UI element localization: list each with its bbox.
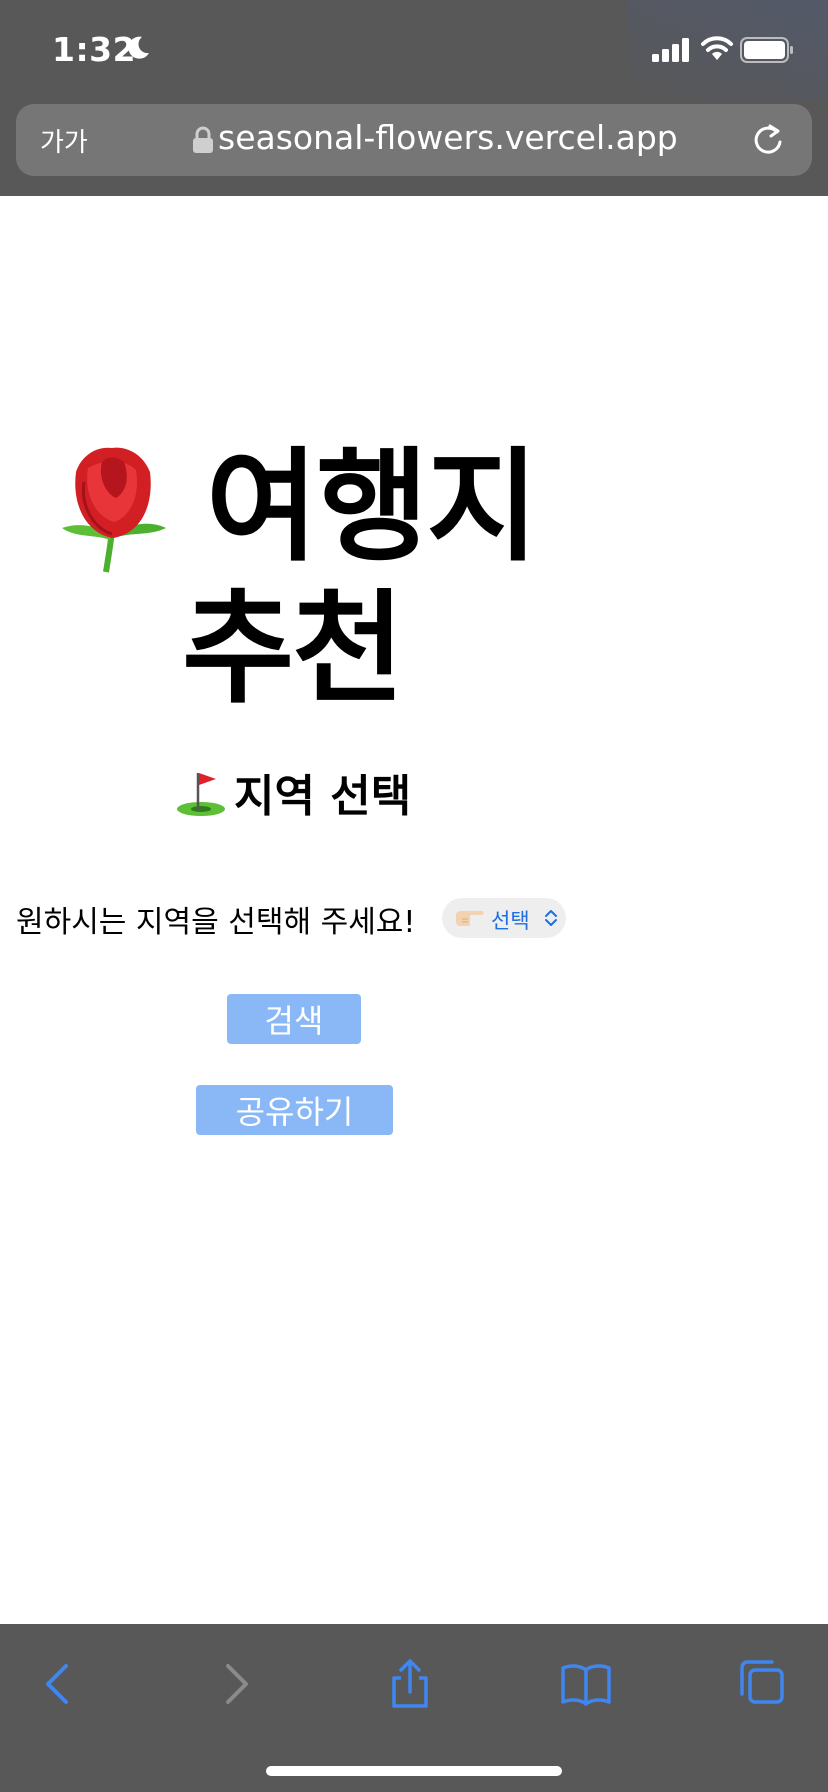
- url-text[interactable]: seasonal-flowers.vercel.app: [218, 118, 678, 157]
- screen: 1:32 가가 seasonal-flowers.vercel.app 여행지 …: [0, 0, 828, 1792]
- browser-top-chrome: 1:32 가가 seasonal-flowers.vercel.app: [0, 0, 828, 196]
- browser-bottom-toolbar: [0, 1624, 828, 1792]
- region-select[interactable]: 선택: [442, 898, 566, 938]
- section-heading-label: 지역 선택: [234, 771, 412, 822]
- chevrons-icon: [545, 910, 557, 926]
- bookmarks-icon[interactable]: [558, 1656, 614, 1712]
- page-title-line2: 추천: [182, 578, 404, 720]
- reload-icon[interactable]: [750, 122, 786, 158]
- signal-icon: [652, 38, 689, 62]
- forward-icon[interactable]: [208, 1656, 264, 1712]
- share-icon[interactable]: [382, 1656, 438, 1712]
- tabs-icon[interactable]: [734, 1656, 790, 1712]
- section-heading: 지역 선택: [174, 760, 411, 824]
- address-bar[interactable]: 가가 seasonal-flowers.vercel.app: [16, 104, 812, 176]
- wifi-icon: [701, 36, 733, 60]
- back-icon[interactable]: [30, 1656, 86, 1712]
- search-button[interactable]: 검색: [227, 994, 361, 1044]
- golf-flag-icon: [177, 773, 225, 816]
- battery-icon: [740, 37, 793, 63]
- moon-icon: [128, 36, 149, 59]
- pointing-hand-icon: [456, 911, 484, 926]
- rose-icon: [62, 447, 166, 573]
- region-select-value: 선택: [491, 909, 530, 933]
- region-prompt: 원하시는 지역을 선택해 주세요!: [16, 905, 416, 940]
- page-title: 여행지 추천: [182, 436, 642, 720]
- page-title-line1: 여행지: [206, 436, 539, 578]
- text-size-button[interactable]: 가가: [40, 122, 88, 159]
- share-page-button[interactable]: 공유하기: [196, 1085, 393, 1135]
- lock-icon: [193, 126, 213, 153]
- home-indicator: [266, 1766, 562, 1776]
